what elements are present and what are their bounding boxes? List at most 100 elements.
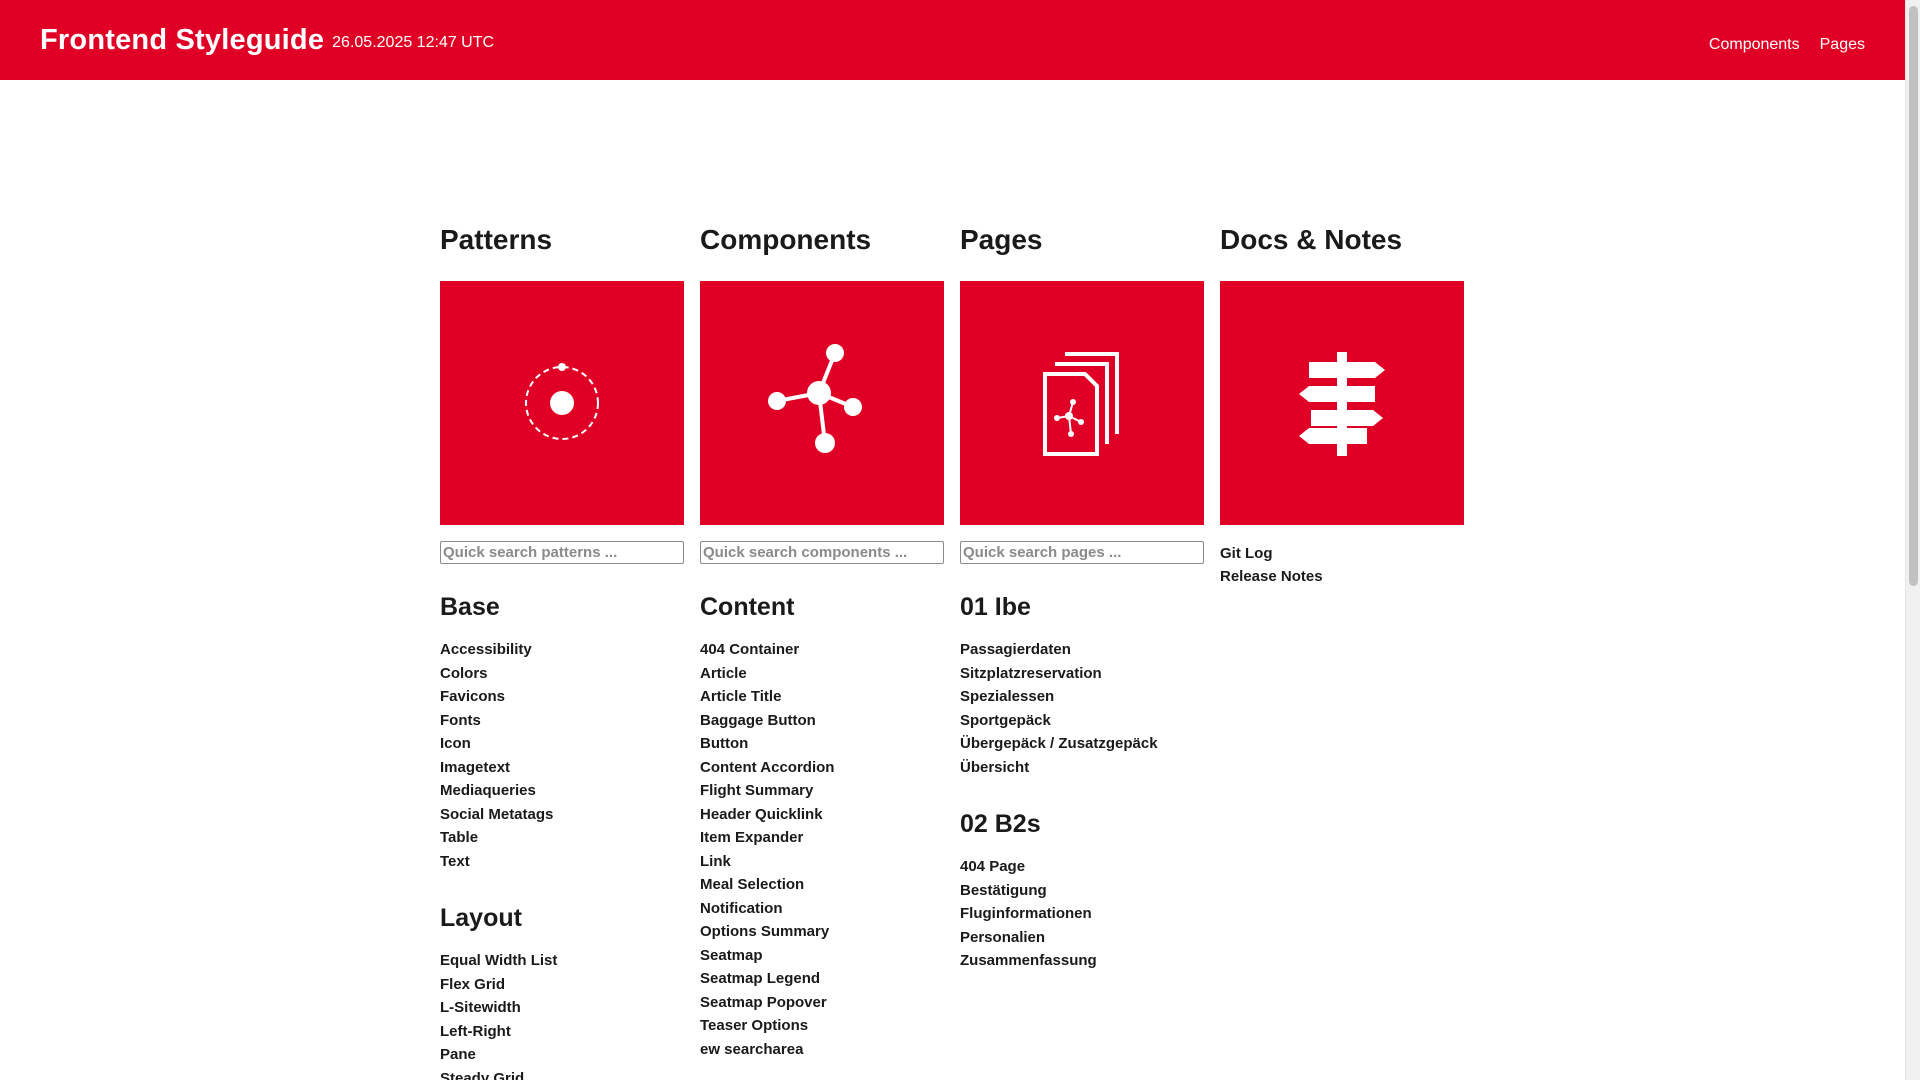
nav-link[interactable]: Article xyxy=(700,665,747,682)
nav-link[interactable]: Item Expander xyxy=(700,829,803,846)
content-list: 404 Container Article Article Title Baggage… xyxy=(700,638,944,1061)
nav-link[interactable]: Header Quicklink xyxy=(700,806,823,823)
list-item: Text xyxy=(440,850,684,874)
nav-link[interactable]: Social Metatags xyxy=(440,806,553,823)
nav-link[interactable]: Text xyxy=(440,853,470,870)
nav-link[interactable]: Button xyxy=(700,735,748,752)
overview-grid: Patterns Base Accessibility Colors Favicon… xyxy=(440,222,1464,1080)
nav-link[interactable]: 404 Container xyxy=(700,641,799,658)
nav-link[interactable]: Meal Selection xyxy=(700,876,804,893)
section-title-content[interactable]: Content xyxy=(700,592,944,622)
nav-link[interactable]: Flight Summary xyxy=(700,782,813,799)
patterns-column: Patterns Base Accessibility Colors Favicon… xyxy=(440,222,684,1080)
patterns-search-input[interactable] xyxy=(440,541,684,564)
nav-link[interactable]: Zusammenfassung xyxy=(960,952,1097,969)
list-item: Teaser Options xyxy=(700,1014,944,1038)
list-item: Flight Summary xyxy=(700,779,944,803)
nav-link[interactable]: Imagetext xyxy=(440,759,510,776)
layout-list: Equal Width List Flex Grid L-Sitewidth Left… xyxy=(440,949,684,1080)
components-tile[interactable] xyxy=(700,281,944,525)
nav-link[interactable]: Pane xyxy=(440,1046,476,1063)
list-item: Bestätigung xyxy=(960,879,1204,903)
list-item: Mediaqueries xyxy=(440,779,684,803)
list-item: Button xyxy=(700,732,944,756)
nav-link[interactable]: Baggage Button xyxy=(700,712,816,729)
nav-link[interactable]: Übergepäck / Zusatzgepäck xyxy=(960,735,1158,752)
list-item: Content Accordion xyxy=(700,756,944,780)
header: Frontend Styleguide 26.05.2025 12:47 UTC… xyxy=(0,0,1905,80)
nav-link[interactable]: Steady Grid xyxy=(440,1070,524,1080)
top-nav: Components Pages xyxy=(1709,36,1865,54)
patterns-tile[interactable] xyxy=(440,281,684,525)
components-search-input[interactable] xyxy=(700,541,944,564)
nav-link[interactable]: Personalien xyxy=(960,929,1045,946)
nav-link[interactable]: Teaser Options xyxy=(700,1017,808,1034)
brand-title[interactable]: Frontend Styleguide xyxy=(40,24,324,57)
nav-link[interactable]: Options Summary xyxy=(700,923,829,940)
release-notes-link[interactable]: Release Notes xyxy=(1220,568,1323,585)
list-item: Options Summary xyxy=(700,920,944,944)
nav-link[interactable]: Flex Grid xyxy=(440,976,505,993)
nav-pages[interactable]: Pages xyxy=(1820,36,1865,54)
nav-link[interactable]: Mediaqueries xyxy=(440,782,536,799)
patterns-title[interactable]: Patterns xyxy=(440,222,684,258)
list-item: Link xyxy=(700,850,944,874)
nav-link[interactable]: Spezialessen xyxy=(960,688,1054,705)
docs-links: Git Log Release Notes xyxy=(1220,542,1464,588)
list-item: L-Sitewidth xyxy=(440,996,684,1020)
list-item: Zusammenfassung xyxy=(960,949,1204,973)
nav-link[interactable]: Left-Right xyxy=(440,1023,511,1040)
nav-link[interactable]: Favicons xyxy=(440,688,505,705)
atom-orbit-icon xyxy=(525,363,599,440)
nav-link[interactable]: Seatmap xyxy=(700,947,763,964)
list-item: Left-Right xyxy=(440,1020,684,1044)
molecule-icon xyxy=(768,344,862,453)
nav-link[interactable]: ew searcharea xyxy=(700,1041,803,1058)
documents-icon xyxy=(1043,352,1119,456)
nav-link[interactable]: Table xyxy=(440,829,478,846)
section-title-02-b2s[interactable]: 02 B2s xyxy=(960,809,1204,839)
nav-link[interactable]: Article Title xyxy=(700,688,781,705)
nav-link[interactable]: L-Sitewidth xyxy=(440,999,521,1016)
list-item: Article xyxy=(700,662,944,686)
list-item: Seatmap xyxy=(700,944,944,968)
nav-link[interactable]: Fonts xyxy=(440,712,481,729)
nav-link[interactable]: Passagierdaten xyxy=(960,641,1071,658)
nav-link[interactable]: Icon xyxy=(440,735,471,752)
section-title-base[interactable]: Base xyxy=(440,592,684,622)
nav-components[interactable]: Components xyxy=(1709,36,1800,54)
nav-link[interactable]: Seatmap Legend xyxy=(700,970,820,987)
list-item: Baggage Button xyxy=(700,709,944,733)
list-item: Fonts xyxy=(440,709,684,733)
nav-link[interactable]: Colors xyxy=(440,665,488,682)
nav-link[interactable]: Content Accordion xyxy=(700,759,834,776)
nav-link[interactable]: 404 Page xyxy=(960,858,1025,875)
components-title[interactable]: Components xyxy=(700,222,944,258)
section-title-01-ibe[interactable]: 01 Ibe xyxy=(960,592,1204,622)
docs-title[interactable]: Docs & Notes xyxy=(1220,222,1464,258)
nav-link[interactable]: Fluginformationen xyxy=(960,905,1092,922)
list-item: Pane xyxy=(440,1043,684,1067)
list-item: Table xyxy=(440,826,684,850)
git-log-link[interactable]: Git Log xyxy=(1220,545,1273,562)
list-item: Favicons xyxy=(440,685,684,709)
b2s-list: 404 Page Bestätigung Fluginformationen Pers… xyxy=(960,855,1204,973)
nav-link[interactable]: Seatmap Popover xyxy=(700,994,827,1011)
nav-link[interactable]: Link xyxy=(700,853,731,870)
nav-link[interactable]: Übersicht xyxy=(960,759,1029,776)
nav-link[interactable]: Sitzplatzreservation xyxy=(960,665,1102,682)
nav-link[interactable]: Bestätigung xyxy=(960,882,1047,899)
section-title-layout[interactable]: Layout xyxy=(440,903,684,933)
nav-link[interactable]: Equal Width List xyxy=(440,952,557,969)
page-scrollbar[interactable] xyxy=(1905,0,1920,1080)
list-item: Steady Grid xyxy=(440,1067,684,1080)
scrollbar-thumb[interactable] xyxy=(1909,6,1918,586)
pages-title[interactable]: Pages xyxy=(960,222,1204,258)
pages-search-input[interactable] xyxy=(960,541,1204,564)
nav-link[interactable]: Accessibility xyxy=(440,641,532,658)
nav-link[interactable]: Notification xyxy=(700,900,783,917)
nav-link[interactable]: Sportgepäck xyxy=(960,712,1051,729)
list-item: 404 Container xyxy=(700,638,944,662)
docs-tile[interactable] xyxy=(1220,281,1464,525)
pages-tile[interactable] xyxy=(960,281,1204,525)
